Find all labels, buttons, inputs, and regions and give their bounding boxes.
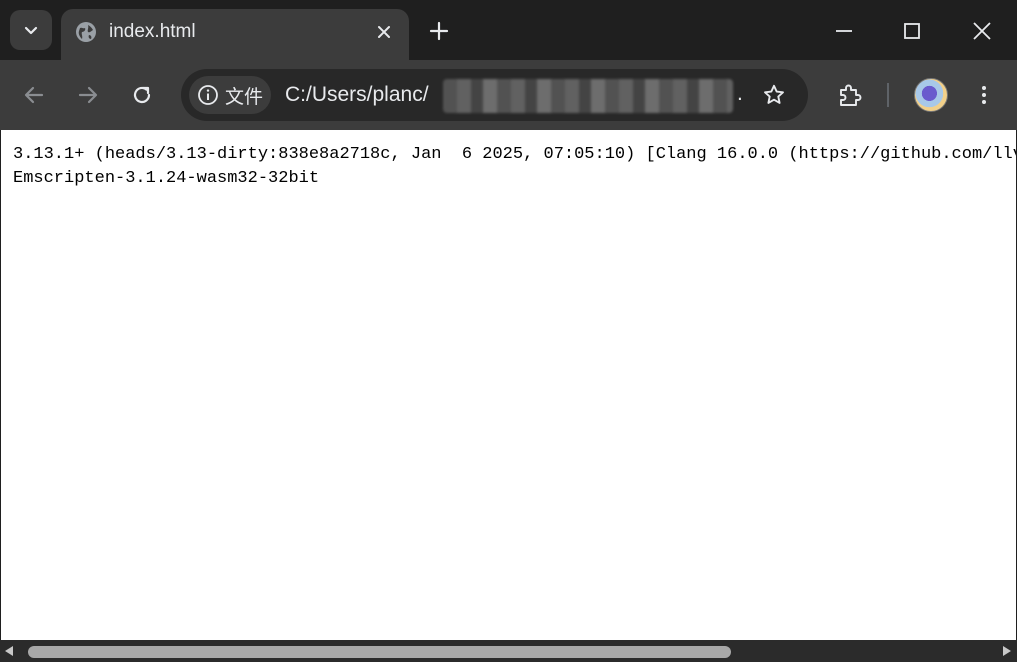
triangle-right-icon bbox=[1003, 646, 1011, 656]
address-bar[interactable]: 文件 C:/Users/planc/ . bbox=[181, 69, 808, 121]
menu-button[interactable] bbox=[970, 81, 998, 109]
title-bar: index.html bbox=[0, 0, 1017, 60]
arrow-right-icon bbox=[78, 86, 98, 104]
output-line-1: 3.13.1+ (heads/3.13-dirty:838e8a2718c, J… bbox=[13, 145, 1016, 164]
more-vertical-icon bbox=[982, 86, 986, 104]
toolbar-divider bbox=[887, 83, 889, 107]
minimize-button[interactable] bbox=[827, 14, 861, 48]
output-text: 3.13.1+ (heads/3.13-dirty:838e8a2718c, J… bbox=[13, 143, 1016, 191]
triangle-left-icon bbox=[5, 646, 13, 656]
output-line-2: Emscripten-3.1.24-wasm32-32bit bbox=[13, 169, 320, 188]
plus-icon bbox=[429, 21, 449, 41]
extensions-button[interactable] bbox=[836, 81, 864, 109]
globe-icon bbox=[76, 22, 96, 42]
horizontal-scrollbar[interactable] bbox=[0, 640, 1017, 662]
bookmark-button[interactable] bbox=[761, 82, 787, 108]
tab-close-button[interactable] bbox=[373, 21, 395, 43]
scroll-track[interactable] bbox=[20, 643, 996, 659]
back-button[interactable] bbox=[20, 81, 48, 109]
url-text: C:/Users/planc/ bbox=[285, 83, 429, 106]
scroll-right-button[interactable] bbox=[1000, 644, 1014, 658]
close-icon bbox=[378, 26, 390, 38]
reload-button[interactable] bbox=[128, 81, 156, 109]
info-icon bbox=[198, 85, 218, 105]
scroll-left-button[interactable] bbox=[2, 644, 16, 658]
tab-active[interactable]: index.html bbox=[61, 9, 409, 60]
maximize-icon bbox=[904, 23, 920, 39]
arrow-left-icon bbox=[24, 86, 44, 104]
url-ellipsis: . bbox=[737, 82, 743, 105]
maximize-button[interactable] bbox=[895, 14, 929, 48]
tab-title: index.html bbox=[109, 21, 196, 42]
chevron-down-icon bbox=[24, 26, 38, 35]
forward-button[interactable] bbox=[74, 81, 102, 109]
redacted-url-segment bbox=[443, 79, 733, 113]
page-content: 3.13.1+ (heads/3.13-dirty:838e8a2718c, J… bbox=[1, 130, 1016, 640]
tab-search-button[interactable] bbox=[10, 10, 52, 50]
star-icon bbox=[764, 84, 784, 104]
profile-avatar[interactable] bbox=[914, 78, 948, 112]
minimize-icon bbox=[836, 30, 852, 32]
site-info-label: 文件 bbox=[225, 85, 264, 108]
scroll-thumb[interactable] bbox=[28, 646, 731, 658]
reload-icon bbox=[133, 86, 151, 104]
puzzle-icon bbox=[840, 84, 862, 106]
new-tab-button[interactable] bbox=[426, 18, 452, 44]
site-info-chip[interactable]: 文件 bbox=[189, 76, 271, 114]
toolbar: 文件 C:/Users/planc/ . bbox=[0, 60, 1017, 130]
close-icon bbox=[973, 22, 991, 40]
close-window-button[interactable] bbox=[965, 14, 999, 48]
